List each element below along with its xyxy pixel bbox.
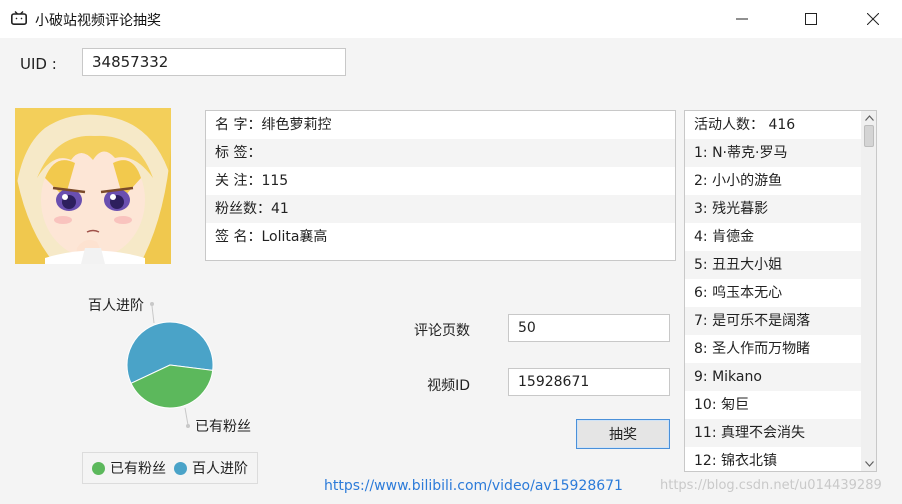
label-anchor-bottom [186, 424, 190, 428]
participant-item[interactable]: 1: N·蒂克·罗马 [685, 139, 861, 167]
maximize-icon [805, 13, 817, 25]
participant-item[interactable]: 3: 残光暮影 [685, 195, 861, 223]
participant-count: 活动人数： 416 [694, 117, 796, 133]
profile-row: 标 签： [206, 139, 675, 167]
participant-item[interactable]: 10: 匊巨 [685, 391, 861, 419]
legend-swatch [92, 461, 105, 475]
chevron-up-icon [864, 115, 874, 121]
profile-row: 签 名：Lolita襄高 [206, 223, 675, 251]
participant-item[interactable]: 11: 真理不会消失 [685, 419, 861, 447]
participant-item[interactable]: 6: 呜玉本无心 [685, 279, 861, 307]
participant-list[interactable]: 活动人数： 416 1: N·蒂克·罗马 2: 小小的游鱼 3: 残光暮影 4: 肯德… [684, 110, 877, 472]
uid-input[interactable] [82, 48, 346, 76]
maximize-button[interactable] [788, 0, 834, 38]
profile-row: 粉丝数：41 [206, 195, 675, 223]
title-bar: 小破站视频评论抽奖 [0, 0, 902, 38]
participant-item[interactable]: 4: 肯德金 [685, 223, 861, 251]
profile-field-label: 名 字： [215, 117, 262, 133]
pie-label-bottom: 已有粉丝 [195, 419, 251, 435]
window-title: 小破站视频评论抽奖 [35, 13, 161, 29]
legend-swatch [174, 461, 187, 475]
participant-item[interactable]: 7: 是可乐不是阔落 [685, 307, 861, 335]
chart-legend: 已有粉丝 百人进阶 [82, 452, 258, 484]
tv-icon [11, 11, 27, 25]
profile-field-label: 标 签： [215, 145, 262, 161]
participant-item[interactable]: 2: 小小的游鱼 [685, 167, 861, 195]
profile-field-value: 绯色萝莉控 [261, 117, 332, 133]
participant-item[interactable]: 9: Mikano [685, 363, 861, 391]
scroll-down-button[interactable] [861, 457, 876, 471]
profile-field-value: 41 [271, 201, 289, 217]
profile-field-label: 签 名： [215, 229, 262, 245]
pages-label: 评论页数 [414, 323, 470, 339]
avatar-image [15, 108, 171, 264]
fans-pie-chart: 百人进阶 已有粉丝 [88, 298, 251, 435]
watermark: https://blog.csdn.net/u014439289 [660, 478, 882, 493]
profile-field-value: 115 [261, 173, 289, 189]
draw-button[interactable]: 抽奖 [576, 419, 670, 449]
profile-field-value: Lolita襄高 [261, 229, 328, 245]
minimize-button[interactable] [719, 0, 765, 38]
video-id-input[interactable] [508, 368, 670, 396]
legend-label: 百人进阶 [192, 461, 248, 477]
pages-input[interactable] [508, 314, 670, 342]
label-anchor-top [150, 302, 154, 306]
legend-item: 已有粉丝 [92, 458, 166, 478]
profile-field-label: 关 注： [215, 173, 262, 189]
close-icon [867, 13, 879, 25]
participant-item[interactable]: 5: 丑丑大小姐 [685, 251, 861, 279]
participant-item[interactable]: 12: 锦衣北镇 [685, 447, 861, 471]
label-leader-top [151, 305, 155, 324]
legend-item: 百人进阶 [174, 458, 248, 478]
minimize-icon [736, 18, 748, 20]
pie-label-top: 百人进阶 [88, 298, 144, 314]
list-scrollbar[interactable] [861, 111, 876, 471]
profile-row: 关 注：115 [206, 167, 675, 195]
legend-label: 已有粉丝 [110, 461, 166, 477]
close-button[interactable] [850, 0, 896, 38]
profile-field-label: 粉丝数： [215, 201, 271, 217]
label-leader-bottom [184, 407, 189, 426]
video-id-label: 视频ID [427, 378, 470, 394]
avatar [15, 108, 171, 264]
profile-row: 名 字：绯色萝莉控 [206, 111, 675, 139]
scrollbar-thumb[interactable] [864, 125, 874, 147]
scroll-up-button[interactable] [861, 111, 876, 125]
profile-info-panel: 名 字：绯色萝莉控标 签：关 注：115 粉丝数：41 签 名：Lolita襄高 [205, 110, 676, 261]
chevron-down-icon [864, 461, 874, 467]
video-link[interactable]: https://www.bilibili.com/video/av1592867… [324, 478, 623, 494]
participant-item[interactable]: 8: 圣人作而万物睹 [685, 335, 861, 363]
uid-label: UID : [20, 55, 57, 73]
